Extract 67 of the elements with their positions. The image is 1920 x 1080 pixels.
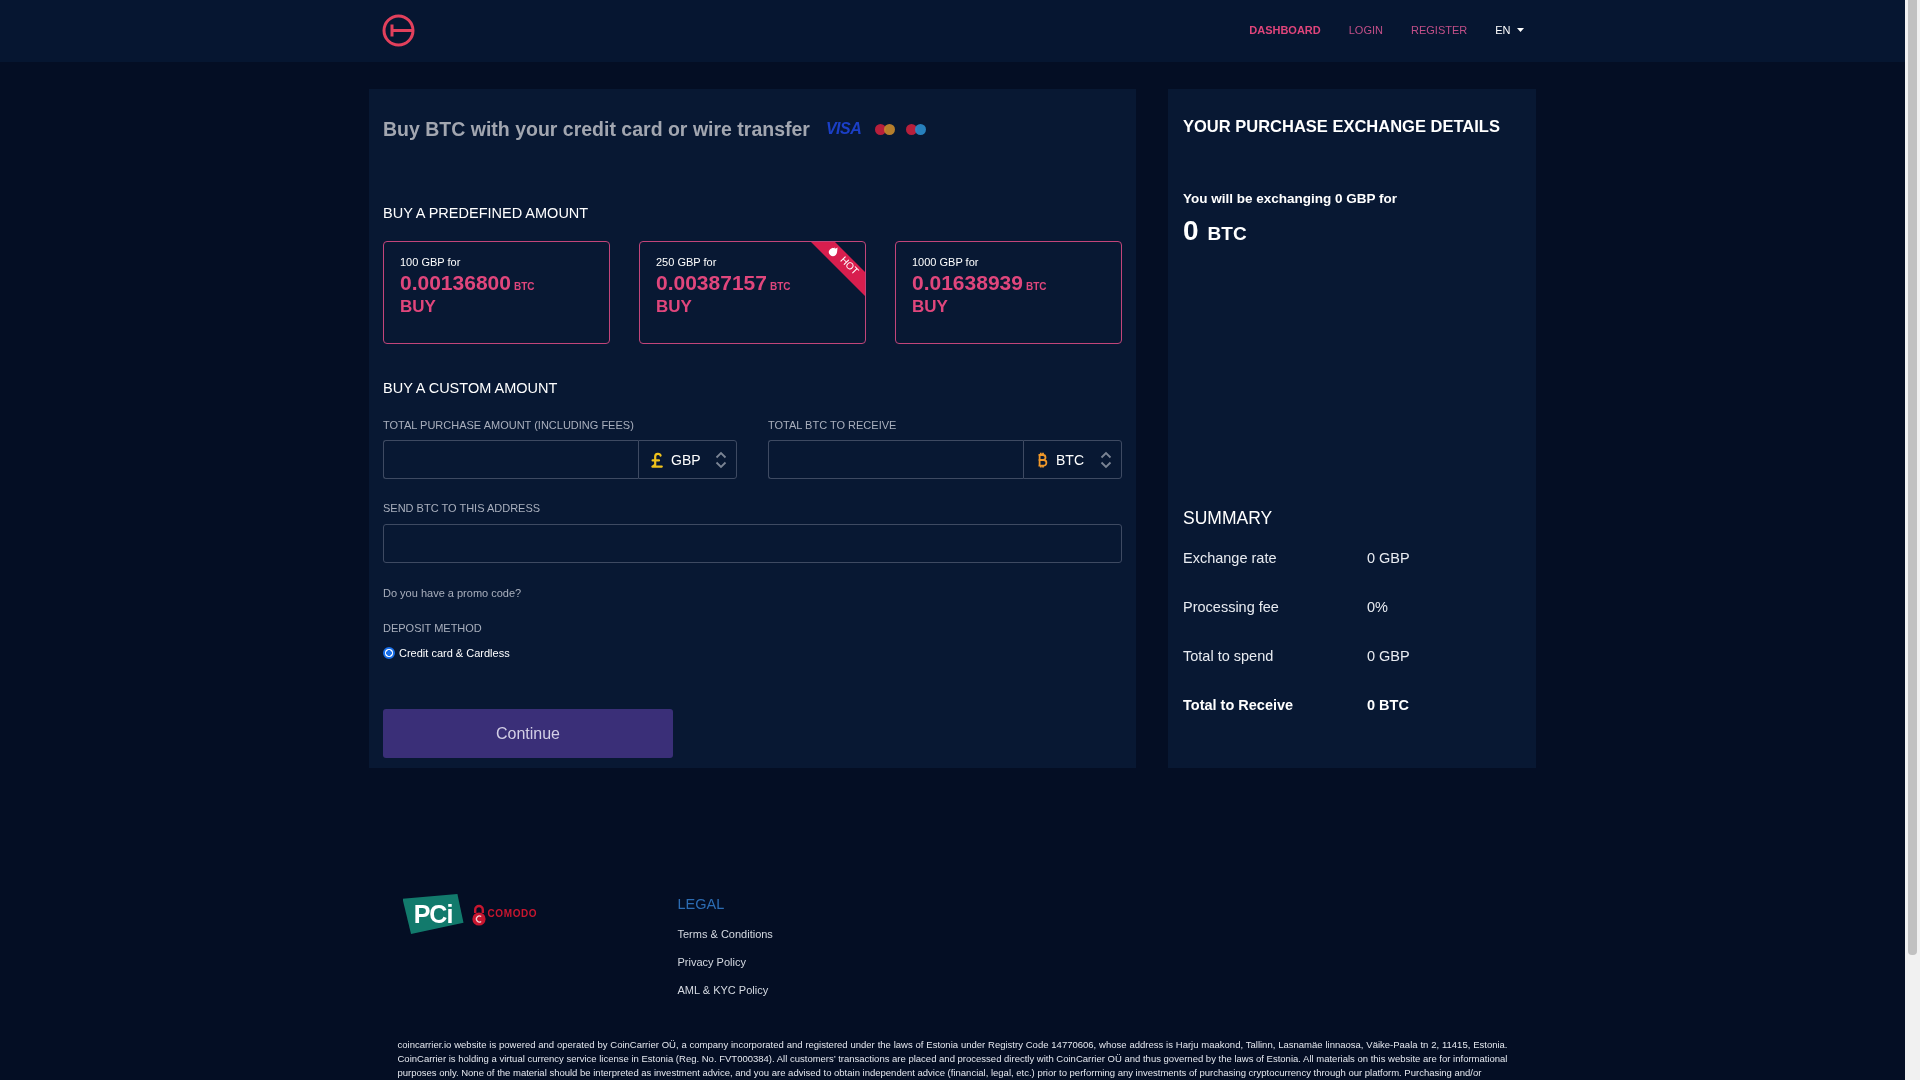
- btc-unit: BTC: [769, 281, 791, 292]
- buy-label: BUY: [656, 297, 692, 317]
- summary-value: 0 GBP: [1367, 549, 1410, 566]
- btc-amount: 0: [1183, 214, 1199, 248]
- summary-value: 0 GBP: [1367, 647, 1410, 664]
- footer-heading: LEGAL: [677, 895, 725, 913]
- offer-label: 250 GBP for: [656, 256, 717, 269]
- radio-label[interactable]: Credit card & Cardless: [399, 646, 510, 660]
- form-title: Buy BTC with your credit card or wire transfer: [383, 117, 810, 141]
- offer-label: 1000 GBP for: [912, 256, 979, 269]
- amount-input[interactable]: [383, 440, 638, 479]
- summary-label: Exchange rate: [1183, 549, 1278, 566]
- card-circles-icon: [906, 123, 927, 135]
- bitcoin-icon: [1036, 451, 1048, 468]
- currency-select[interactable]: GBP: [638, 440, 737, 479]
- chevrons-icon: [715, 449, 727, 470]
- continue-button[interactable]: Continue: [383, 709, 673, 758]
- chevrons-icon: [1100, 449, 1112, 470]
- amount-input[interactable]: [768, 440, 1023, 479]
- buy-label: BUY: [912, 297, 948, 317]
- btc-amount: 0.00136800: [400, 271, 511, 295]
- buy-label: BUY: [400, 297, 436, 317]
- certification-logo: COMODO: [487, 908, 538, 920]
- btc-amount: 0.00387157: [656, 271, 767, 295]
- address-input[interactable]: [383, 524, 1122, 563]
- logo-icon[interactable]: [381, 13, 415, 47]
- summary-value: 0 BTC: [1367, 696, 1409, 713]
- legal-disclaimer: coincarrier.io website is powered and operated by CoinCarrier OÜ, a company incorporated and registered under the laws of Estonia under Registry Code 14770606, whose address is Harju maakond, Tallinn, Lasnamäe linnaosa, Väike-Paala tn 2, 11415, Estonia. CoinCarrier is holding a virtual currency service license in Estonia (Reg. No. FVT000384). All customers’ transactions are placed and processed directly with CoinCarrier OÜ and thus governed by the laws of Estonia. All materials on this website are for informational purposes only. None of the material should be interpreted as investment advice, and you are advised to obtain independent advice (financial, legal, etc.) prior to performing any investments of purchasing cryptocurrency through our platform. Purchasing and/or: [397, 1038, 1508, 1080]
- lock-icon: [471, 904, 486, 926]
- nav-link[interactable]: REGISTER: [1411, 24, 1468, 36]
- exchange-text: You will be exchanging 0 GBP for: [1183, 190, 1398, 207]
- hot-ribbon: [811, 242, 865, 296]
- field-label: TOTAL PURCHASE AMOUNT (INCLUDING FEES): [383, 418, 634, 432]
- summary-label: Processing fee: [1183, 598, 1280, 615]
- btc-unit: BTC: [1207, 222, 1247, 246]
- section-heading: BUY A PREDEFINED AMOUNT: [383, 204, 589, 222]
- section-heading: BUY A CUSTOM AMOUNT: [383, 379, 558, 397]
- summary-heading: SUMMARY: [1183, 507, 1273, 529]
- field-label: SEND BTC TO THIS ADDRESS: [383, 501, 541, 515]
- offer-card[interactable]: 100 GBP for 0.00136800 BTC BUY: [383, 241, 610, 344]
- language-dropdown[interactable]: EN: [1495, 24, 1524, 36]
- summary-label: Total to spend: [1183, 647, 1275, 664]
- footer-link[interactable]: Privacy Policy: [677, 955, 746, 969]
- footer-link[interactable]: AML & KYC Policy: [677, 983, 769, 997]
- btc-unit: BTC: [1025, 281, 1047, 292]
- btc-amount: 0.01638939: [912, 271, 1023, 295]
- caret-icon: [1516, 28, 1524, 32]
- footer-link[interactable]: Terms & Conditions: [677, 927, 773, 941]
- currency-select[interactable]: BTC: [1023, 440, 1122, 479]
- offer-card[interactable]: 1000 GBP for 0.01638939 BTC BUY: [895, 241, 1122, 344]
- nav-link[interactable]: DASHBOARD: [1249, 24, 1321, 36]
- btc-unit: BTC: [513, 281, 535, 292]
- card-logo: VISA: [825, 120, 863, 138]
- drop-icon: [828, 247, 838, 257]
- field-label: DEPOSIT METHOD: [383, 621, 482, 635]
- nav-link[interactable]: LOGIN: [1348, 24, 1383, 36]
- offer-label: 100 GBP for: [400, 256, 461, 269]
- radio-button[interactable]: [383, 647, 395, 659]
- summary-value: 0%: [1367, 598, 1388, 615]
- card-circles-icon: [875, 123, 896, 135]
- certification-logo: PCi: [402, 894, 464, 934]
- panel-title: YOUR PURCHASE EXCHANGE DETAILS: [1183, 116, 1500, 136]
- summary-label: Total to Receive: [1183, 696, 1295, 713]
- scrollbar-thumb[interactable]: [1908, 0, 1917, 955]
- field-label: TOTAL BTC TO RECEIVE: [768, 418, 897, 432]
- promo-link[interactable]: Do you have a promo code?: [383, 586, 522, 600]
- pound-icon: [651, 451, 663, 468]
